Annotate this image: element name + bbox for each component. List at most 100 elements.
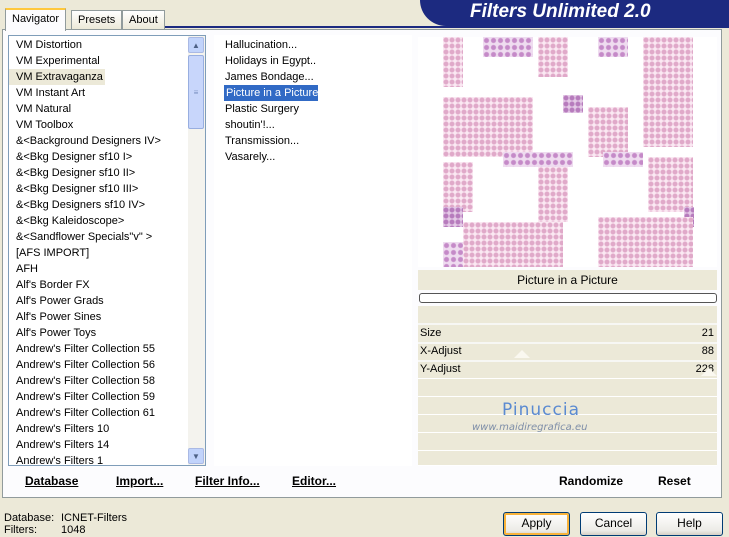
param-size-label: Size xyxy=(420,327,442,339)
param-size[interactable]: Size 21 xyxy=(418,324,717,342)
preview-pattern-block xyxy=(538,37,568,77)
scroll-up-button[interactable]: ▲ xyxy=(188,37,204,53)
tab-navigator[interactable]: Navigator xyxy=(5,8,67,31)
progress-bar xyxy=(419,293,717,303)
category-item[interactable]: Andrew's Filter Collection 56 xyxy=(9,357,205,373)
category-item[interactable]: VM Instant Art xyxy=(9,85,205,101)
category-item[interactable]: VM Toolbox xyxy=(9,117,205,133)
database-status-label: Database: xyxy=(4,512,55,524)
category-item[interactable]: VM Extravaganza xyxy=(9,69,105,85)
category-item[interactable]: Andrew's Filter Collection 58 xyxy=(9,373,205,389)
category-item[interactable]: Andrew's Filters 10 xyxy=(9,421,205,437)
category-item[interactable]: &<Bkg Designers sf10 IV> xyxy=(9,197,205,213)
filter-item[interactable]: Vasarely... xyxy=(215,149,411,165)
tab-presets-label: Presets xyxy=(78,14,116,26)
editor-button[interactable]: Editor... xyxy=(292,474,336,488)
cancel-button-label: Cancel xyxy=(594,516,633,530)
app-title: Filters Unlimited 2.0 xyxy=(470,1,651,22)
scroll-thumb[interactable]: ≡ xyxy=(188,55,204,129)
filter-item[interactable]: Plastic Surgery xyxy=(215,101,411,117)
filter-info-button-label: Filter Info... xyxy=(195,474,260,488)
apply-button-label: Apply xyxy=(521,516,552,530)
category-list[interactable]: VM Distortion VM Experimental VM Extravaga… xyxy=(8,35,206,466)
category-item[interactable]: &<Bkg Designer sf10 I> xyxy=(9,149,205,165)
randomize-button[interactable]: Randomize xyxy=(559,474,623,488)
category-list-scrollbar[interactable]: ▲ ≡ ▼ xyxy=(188,36,205,465)
preview-pattern-block xyxy=(443,37,463,87)
preview-pattern-block xyxy=(538,167,568,222)
preview-pattern-block xyxy=(598,217,693,267)
category-item[interactable]: VM Experimental xyxy=(9,53,205,69)
reset-button[interactable]: Reset xyxy=(658,474,691,488)
category-item[interactable]: AFH xyxy=(9,261,205,277)
category-item[interactable]: &<Bkg Kaleidoscope> xyxy=(9,213,205,229)
database-button-label: Database xyxy=(25,474,79,488)
param-divider xyxy=(418,378,717,379)
filter-list[interactable]: Hallucination... Holidays in Egypt.. James… xyxy=(214,35,412,466)
category-item[interactable]: &<Sandflower Specials"v" > xyxy=(9,229,205,245)
database-status: Database: ICNET-Filters xyxy=(4,512,127,524)
category-item[interactable]: Alf's Power Toys xyxy=(9,325,205,341)
scroll-down-button[interactable]: ▼ xyxy=(188,448,204,464)
filter-item-selected-label: Picture in a Picture xyxy=(224,85,319,101)
preview-pattern-block xyxy=(603,152,643,167)
filter-item[interactable]: Transmission... xyxy=(215,133,411,149)
preview-pattern-block xyxy=(563,95,583,113)
category-item[interactable]: Andrew's Filter Collection 55 xyxy=(9,341,205,357)
category-item[interactable]: &<Bkg Designer sf10 II> xyxy=(9,165,205,181)
filter-item[interactable]: Holidays in Egypt.. xyxy=(215,53,411,69)
preview-pattern-block xyxy=(443,97,533,157)
category-item[interactable]: &<Background Designers IV> xyxy=(9,133,205,149)
category-item[interactable]: Andrew's Filter Collection 61 xyxy=(9,405,205,421)
preview-pattern-block xyxy=(443,207,463,227)
preview-pattern-block xyxy=(503,152,573,167)
category-item[interactable]: VM Distortion xyxy=(9,37,205,53)
filter-item[interactable]: James Bondage... xyxy=(215,69,411,85)
param-x-adjust[interactable]: X-Adjust 88 xyxy=(418,342,717,360)
database-button[interactable]: Database xyxy=(25,474,78,488)
param-x-adjust-label: X-Adjust xyxy=(420,345,462,357)
database-status-value: ICNET-Filters xyxy=(61,512,127,524)
watermark-name: Pinuccia xyxy=(502,400,580,420)
filters-status: Filters: 1048 xyxy=(4,524,85,536)
cancel-button[interactable]: Cancel xyxy=(580,512,647,536)
x-adjust-slider-thumb[interactable] xyxy=(514,350,530,358)
filters-status-value: 1048 xyxy=(61,524,86,536)
filter-item[interactable]: Picture in a Picture xyxy=(215,85,411,101)
category-item[interactable]: Andrew's Filters 1 xyxy=(9,453,205,465)
tab-about-label: About xyxy=(129,14,158,26)
param-y-adjust[interactable]: Y-Adjust 228 xyxy=(418,360,717,378)
preview-pattern-block xyxy=(463,222,563,267)
category-item[interactable]: Alf's Power Grads xyxy=(9,293,205,309)
filters-status-label: Filters: xyxy=(4,524,37,536)
category-item[interactable]: Alf's Border FX xyxy=(9,277,205,293)
selected-filter-title: Picture in a Picture xyxy=(418,270,717,290)
preview-image xyxy=(418,37,717,267)
filter-item[interactable]: Hallucination... xyxy=(215,37,411,53)
tab-presets[interactable]: Presets xyxy=(71,10,123,29)
category-item[interactable]: Alf's Power Sines xyxy=(9,309,205,325)
import-button[interactable]: Import... xyxy=(116,474,163,488)
param-divider xyxy=(418,396,717,397)
apply-button[interactable]: Apply xyxy=(503,512,570,536)
category-item[interactable]: Andrew's Filters 14 xyxy=(9,437,205,453)
category-item[interactable]: Andrew's Filter Collection 59 xyxy=(9,389,205,405)
y-adjust-slider-thumb[interactable] xyxy=(701,368,717,376)
category-item[interactable]: VM Natural xyxy=(9,101,205,117)
banner-underline xyxy=(160,26,729,28)
filter-item[interactable]: shoutin'!... xyxy=(215,117,411,133)
help-button-label: Help xyxy=(677,516,702,530)
category-item[interactable]: &<Bkg Designer sf10 III> xyxy=(9,181,205,197)
editor-button-label: Editor... xyxy=(292,474,337,488)
param-x-adjust-value: 88 xyxy=(701,345,714,357)
import-button-label: Import... xyxy=(116,474,164,488)
preview-pattern-block xyxy=(648,157,693,212)
filter-info-button[interactable]: Filter Info... xyxy=(195,474,260,488)
preview-pattern-block xyxy=(643,37,693,147)
tab-about[interactable]: About xyxy=(122,10,165,29)
param-y-adjust-label: Y-Adjust xyxy=(420,363,461,375)
watermark-url: www.maidiregrafica.eu xyxy=(472,422,588,433)
category-item[interactable]: [AFS IMPORT] xyxy=(9,245,205,261)
help-button[interactable]: Help xyxy=(656,512,723,536)
param-divider xyxy=(418,450,717,451)
